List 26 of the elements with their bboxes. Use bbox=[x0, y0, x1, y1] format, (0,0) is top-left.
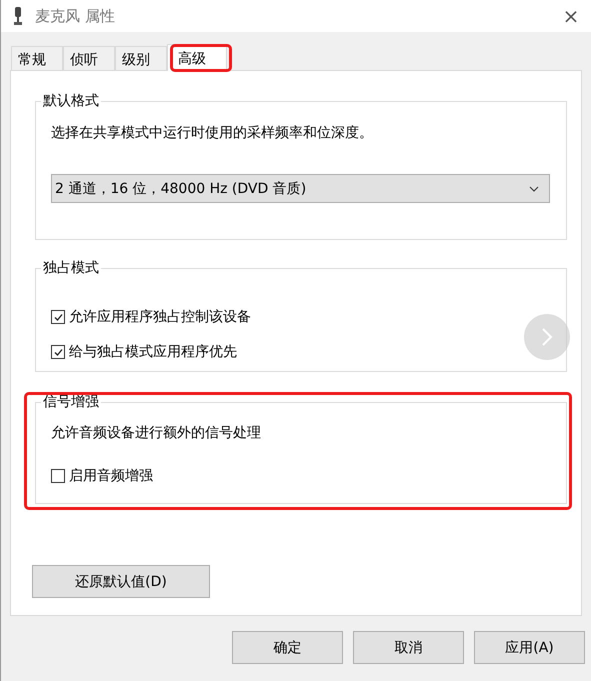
tab[interactable]: 侦听 bbox=[63, 46, 115, 70]
tab[interactable]: 级别 bbox=[115, 46, 167, 70]
dialog-button[interactable]: 应用(A) bbox=[474, 631, 585, 664]
tab[interactable]: 常规 bbox=[11, 46, 63, 70]
checkbox-label: 启用音频增强 bbox=[69, 467, 153, 485]
group-title: 默认格式 bbox=[41, 92, 101, 110]
checkmark-icon bbox=[52, 312, 64, 322]
dialog-button[interactable]: 确定 bbox=[232, 631, 343, 664]
description-text: 选择在共享模式中运行时使用的采样频率和位深度。 bbox=[51, 124, 374, 143]
close-button[interactable]: × bbox=[551, 0, 591, 32]
description-text: 允许音频设备进行额外的信号处理 bbox=[51, 424, 262, 443]
chevron-right-icon bbox=[541, 327, 553, 347]
format-dropdown[interactable]: 2 通道，16 位，48000 Hz (DVD 音质) bbox=[51, 174, 550, 203]
checkbox[interactable] bbox=[51, 310, 65, 324]
highlight-frame bbox=[170, 44, 232, 72]
window-title: 麦克风 属性 bbox=[35, 6, 116, 26]
checkbox[interactable] bbox=[51, 469, 65, 483]
dialog-button[interactable]: 取消 bbox=[353, 631, 464, 664]
group-title: 独占模式 bbox=[41, 259, 101, 277]
caret-icon bbox=[529, 186, 539, 192]
checkbox-label: 允许应用程序独占控制该设备 bbox=[69, 308, 251, 326]
checkbox[interactable] bbox=[51, 345, 65, 359]
checkmark-icon bbox=[52, 346, 64, 358]
checkbox-label: 给与独占模式应用程序优先 bbox=[69, 343, 237, 361]
restore-defaults-button[interactable]: 还原默认值(D) bbox=[32, 565, 210, 598]
microphone-icon bbox=[13, 7, 23, 25]
